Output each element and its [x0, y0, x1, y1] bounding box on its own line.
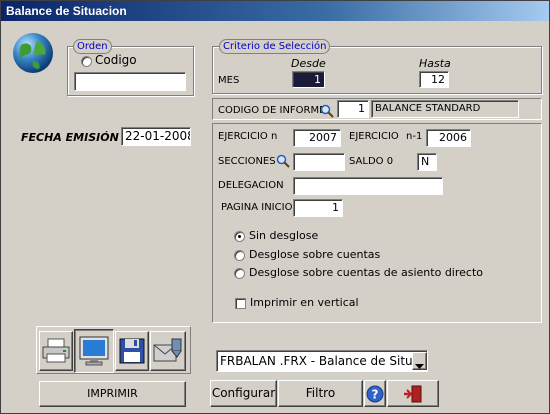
mes-hasta-input[interactable]: 12	[419, 71, 449, 88]
imprimir-vertical-checkbox[interactable]	[235, 298, 246, 309]
mes-desde-input[interactable]: 1	[292, 71, 325, 88]
ejercicio-n1-label: EJERCICIO	[349, 131, 399, 142]
orden-title: Orden	[73, 39, 112, 54]
fecha-emision-input[interactable]: 22-01-2008	[121, 127, 191, 146]
sin-desglose-label: Sin desglose	[249, 229, 319, 242]
configurar-button[interactable]: Configurar	[210, 380, 277, 407]
pagina-label: PAGINA INICIO	[221, 202, 293, 213]
globe-icon	[11, 31, 55, 75]
report-select[interactable]: FRBALAN .FRX - Balance de Situaci	[216, 350, 428, 372]
ejercicio-n1-input[interactable]: 2006	[426, 129, 471, 147]
report-select-dropdown[interactable]	[412, 352, 427, 370]
window-title: Balance de Situacion	[1, 1, 549, 21]
informe-label: CODIGO DE INFORME	[218, 105, 326, 116]
desglose-cuentas-radio[interactable]	[234, 250, 245, 261]
floppy-disk-icon	[116, 332, 148, 367]
mail-icon	[151, 332, 185, 367]
criterio-title: Criterio de Selección	[219, 39, 331, 54]
desglose-asiento-label: Desglose sobre cuentas de asiento direct…	[249, 266, 483, 279]
chevron-down-icon	[413, 353, 426, 372]
exit-door-icon	[388, 381, 438, 406]
disk-button[interactable]	[115, 331, 149, 371]
saldo-input[interactable]: N	[417, 153, 437, 171]
printer-icon	[40, 332, 72, 367]
orden-codigo-label: Codigo	[95, 53, 137, 67]
desglose-asiento-radio[interactable]	[234, 268, 245, 279]
sin-desglose-radio[interactable]	[234, 231, 245, 242]
desde-label: Desde	[291, 57, 326, 70]
secciones-label: SECCIONES	[218, 156, 276, 167]
screen-button[interactable]	[74, 329, 114, 373]
monitor-icon	[75, 330, 113, 370]
hasta-label: Hasta	[419, 57, 451, 70]
filtro-button[interactable]: Filtro	[278, 380, 363, 407]
ejercicio-n-input[interactable]: 2007	[293, 129, 341, 147]
criteria-panel	[212, 123, 542, 323]
imprimir-vertical-label: Imprimir en vertical	[250, 296, 359, 309]
imprimir-button[interactable]: IMPRIMIR	[39, 381, 186, 407]
desglose-cuentas-label: Desglose sobre cuentas	[249, 248, 381, 261]
orden-input[interactable]	[74, 72, 186, 91]
secciones-input[interactable]	[293, 153, 345, 171]
mes-label: MES	[218, 75, 240, 86]
secciones-search-icon[interactable]	[276, 153, 290, 168]
ejercicio-n1-suffix: n-1	[406, 131, 423, 142]
fecha-emision-label: FECHA EMISIÓN	[21, 131, 119, 144]
printer-button[interactable]	[39, 331, 73, 371]
delegacion-input[interactable]	[293, 177, 443, 195]
help-button[interactable]: ?	[364, 380, 386, 407]
informe-name-field: BALANCE STANDARD	[371, 100, 519, 118]
exit-button[interactable]	[387, 380, 439, 407]
pagina-input[interactable]: 1	[293, 199, 343, 217]
report-select-value: FRBALAN .FRX - Balance de Situaci	[220, 354, 428, 368]
informe-search-icon[interactable]	[320, 103, 334, 118]
informe-code-input[interactable]: 1	[337, 100, 369, 118]
saldo-label: SALDO 0	[349, 156, 394, 167]
mail-button[interactable]	[150, 331, 186, 371]
svg-text:?: ?	[372, 388, 379, 402]
window: Balance de Situacion Orden Codigo FECHA …	[0, 0, 550, 414]
delegacion-label: DELEGACION	[218, 180, 284, 191]
ejercicio-n-label: EJERCICIO n	[218, 131, 278, 142]
help-icon: ?	[365, 381, 385, 406]
orden-codigo-radio[interactable]	[81, 56, 92, 67]
